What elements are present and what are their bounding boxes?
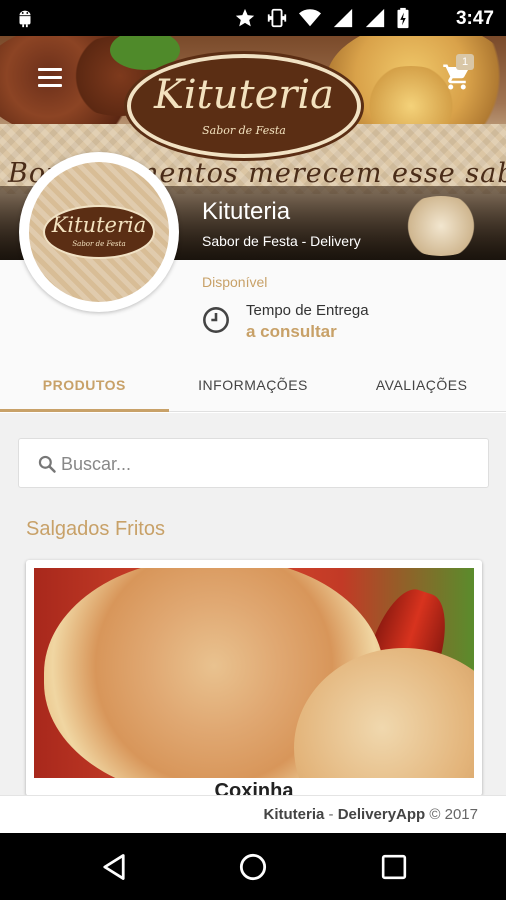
android-icon [19, 10, 31, 28]
battery-charging-icon [397, 7, 409, 29]
signal-icon [333, 8, 353, 28]
delivery-time-value: a consultar [246, 322, 337, 341]
clock-icon [203, 307, 229, 333]
search-box[interactable] [18, 438, 489, 488]
store-subtitle: Sabor de Festa - Delivery [202, 233, 361, 249]
avatar-logo-subtitle: Sabor de Festa [72, 240, 126, 248]
menu-icon[interactable] [38, 68, 62, 88]
footer-separator: - [324, 806, 338, 823]
footer-brand: Kituteria [263, 806, 325, 823]
star-icon [235, 8, 255, 27]
product-card[interactable]: Coxinha [26, 560, 482, 796]
category-title: Salgados Fritos [26, 518, 165, 540]
logo-text: Kituteria [153, 72, 335, 118]
footer-copyright: © 2017 [425, 806, 478, 823]
home-icon[interactable] [239, 853, 267, 881]
tab-produtos[interactable]: PRODUTOS [0, 360, 169, 412]
back-icon[interactable] [100, 852, 128, 882]
footer: Kituteria - DeliveryApp © 2017 [0, 795, 506, 833]
store-avatar: Kituteria Sabor de Festa [19, 152, 179, 312]
android-nav-bar [0, 833, 506, 900]
store-name: Kituteria [202, 198, 291, 225]
brand-logo: Kituteria Sabor de Festa [127, 54, 361, 158]
signal-2-icon [365, 8, 385, 28]
status-time: 3:47 [455, 8, 494, 29]
avatar-logo: Kituteria Sabor de Festa [43, 205, 155, 259]
product-name: Coxinha [214, 780, 294, 796]
vibrate-icon [267, 8, 287, 28]
tab-bar: PRODUTOS INFORMAÇÕES AVALIAÇÕES [0, 360, 506, 412]
logo-subtitle: Sabor de Festa [202, 124, 286, 137]
food-image-bottom-right [396, 196, 486, 256]
footer-app: DeliveryApp [337, 806, 426, 823]
delivery-time-label: Tempo de Entrega [246, 302, 369, 319]
wifi-icon [299, 9, 321, 27]
tab-avaliacoes[interactable]: AVALIAÇÕES [337, 360, 506, 411]
cart-badge: 1 [456, 54, 474, 70]
search-icon [38, 455, 56, 473]
availability-status: Disponível [202, 274, 268, 290]
avatar-logo-text: Kituteria [51, 213, 147, 237]
status-bar: 3:47 [0, 0, 506, 36]
search-input[interactable] [61, 449, 461, 479]
recent-apps-icon[interactable] [381, 854, 407, 880]
tab-informacoes[interactable]: INFORMAÇÕES [169, 360, 338, 411]
product-image [34, 568, 474, 778]
